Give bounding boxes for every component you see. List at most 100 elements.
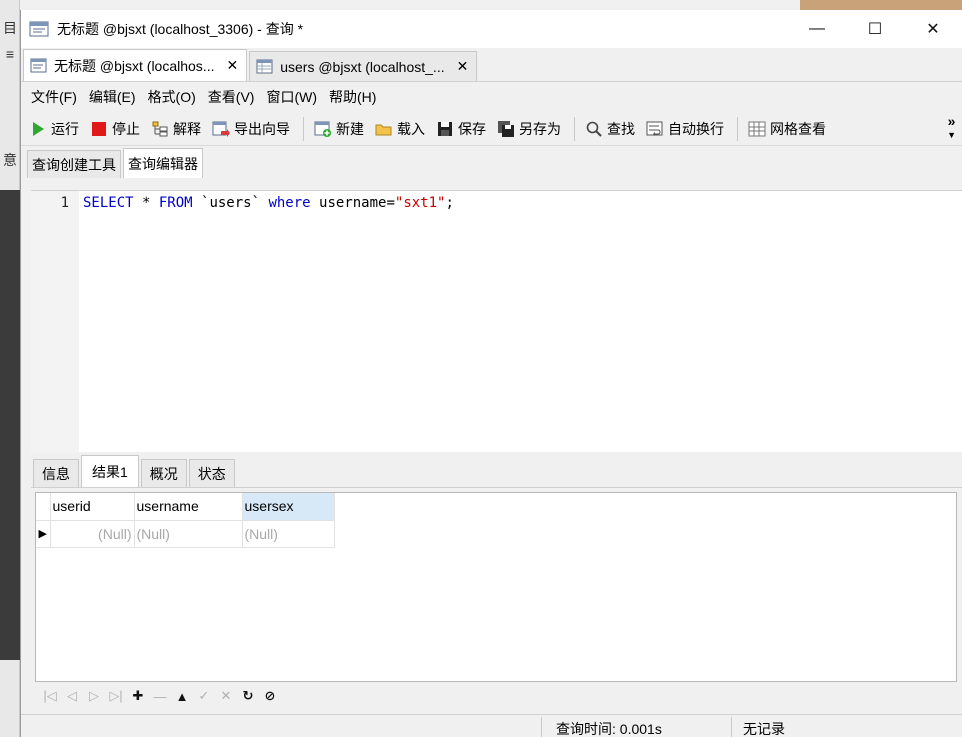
search-icon	[586, 121, 602, 137]
toolbar-separator	[737, 116, 738, 141]
table-icon	[256, 59, 273, 73]
result-tabs: 信息 结果1 概况 状态	[31, 454, 962, 488]
stop-icon	[92, 121, 106, 136]
query-time-status: 查询时间: 0.001s	[556, 721, 662, 737]
save-label: 保存	[458, 120, 486, 137]
refresh-icon[interactable]: ↻	[237, 688, 259, 704]
add-record-icon[interactable]: ✚	[127, 688, 149, 704]
menu-format[interactable]: 格式(O)	[148, 87, 196, 107]
minimize-button[interactable]: —	[788, 10, 846, 48]
explain-icon	[152, 121, 168, 136]
find-button[interactable]: 查找	[585, 116, 635, 142]
sql-text: username=	[310, 195, 395, 211]
discard-changes-icon[interactable]: ✕	[215, 688, 237, 704]
background-glyph: 意	[3, 152, 17, 168]
sql-text: *	[133, 195, 159, 211]
close-tab-icon[interactable]: ✕	[457, 58, 469, 75]
query-window: 无标题 @bjsxt (localhost_3306) - 查询 * — ☐ ✕…	[20, 10, 962, 737]
maximize-button[interactable]: ☐	[846, 10, 904, 48]
grid-view-button[interactable]: 网格查看	[748, 116, 826, 142]
apply-changes-icon[interactable]: ✓	[193, 688, 215, 704]
editor-mode-tabs: 查询创建工具 查询编辑器	[21, 146, 962, 178]
new-label: 新建	[336, 120, 364, 137]
tab-status[interactable]: 状态	[188, 459, 235, 487]
folder-icon	[375, 124, 392, 135]
menu-edit[interactable]: 编辑(E)	[89, 87, 136, 107]
word-wrap-button[interactable]: 自动换行	[646, 116, 724, 142]
close-window-button[interactable]: ✕	[904, 10, 962, 48]
stop-loading-icon[interactable]: ⊘	[259, 688, 281, 704]
query-app-icon	[29, 21, 49, 37]
desktop-background-strip: 目 ≡ 意	[0, 0, 20, 737]
background-glyph: 目	[3, 20, 17, 36]
last-record-icon[interactable]: ▷|	[105, 688, 127, 704]
toolbar-overflow-button[interactable]: » ▼	[947, 114, 956, 142]
toolbar: 运行 停止 解释 导出向导 新建 载入 保存 另存为 查找 自动换行 网格查看 …	[21, 112, 962, 146]
edit-record-icon[interactable]: ▲	[171, 689, 193, 704]
tab-result-1[interactable]: 结果1	[81, 455, 139, 487]
export-wizard-button[interactable]: 导出向导	[212, 116, 290, 142]
column-header-username[interactable]: username	[134, 493, 243, 521]
export-wizard-label: 导出向导	[234, 120, 290, 137]
window-controls: — ☐ ✕	[788, 10, 962, 48]
sql-editor[interactable]: 1 SELECT * FROM `users` where username="…	[31, 190, 962, 453]
grid-icon	[748, 121, 766, 136]
cell-username[interactable]: (Null)	[134, 520, 243, 548]
menu-file[interactable]: 文件(F)	[31, 87, 77, 107]
explain-label: 解释	[173, 120, 201, 137]
sql-keyword: where	[268, 195, 311, 211]
column-header-usersex[interactable]: usersex	[242, 493, 335, 521]
load-label: 载入	[397, 120, 425, 137]
delete-record-icon[interactable]: —	[149, 689, 171, 704]
tab-untitled-query[interactable]: 无标题 @bjsxt (localhos... ✕	[23, 49, 248, 81]
tab-profile[interactable]: 概况	[140, 459, 187, 487]
tab-info[interactable]: 信息	[33, 459, 79, 487]
sql-text: `users`	[192, 195, 269, 211]
line-gutter: 1	[31, 191, 79, 453]
save-icon	[438, 121, 452, 136]
word-wrap-label: 自动换行	[668, 120, 724, 137]
tab-users-table[interactable]: users @bjsxt (localhost_... ✕	[249, 51, 478, 81]
menu-bar: 文件(F) 编辑(E) 格式(O) 查看(V) 窗口(W) 帮助(H)	[21, 82, 962, 112]
sql-string: "sxt1"	[394, 195, 446, 211]
stop-label: 停止	[112, 120, 140, 137]
row-indicator-icon: ▶	[36, 520, 51, 548]
menu-view[interactable]: 查看(V)	[208, 87, 255, 107]
line-number: 1	[60, 195, 69, 211]
window-title: 无标题 @bjsxt (localhost_3306) - 查询 *	[57, 21, 304, 37]
column-header-userid[interactable]: userid	[50, 493, 135, 521]
save-button[interactable]: 保存	[436, 116, 486, 142]
sql-code-line[interactable]: SELECT * FROM `users` where username="sx…	[83, 195, 454, 211]
run-label: 运行	[51, 120, 79, 137]
status-separator	[541, 717, 542, 737]
stop-button[interactable]: 停止	[90, 116, 140, 142]
close-tab-icon[interactable]: ✕	[226, 57, 238, 74]
status-separator	[731, 717, 732, 737]
result-grid[interactable]: userid username usersex ▶ (Null) (Null) …	[35, 492, 957, 682]
first-record-icon[interactable]: |◁	[39, 688, 61, 704]
next-record-icon[interactable]: ▷	[83, 688, 105, 704]
run-button[interactable]: 运行	[29, 116, 79, 142]
toolbar-separator	[303, 116, 304, 141]
sql-keyword: FROM	[158, 195, 193, 211]
cell-userid[interactable]: (Null)	[50, 520, 135, 548]
title-bar[interactable]: 无标题 @bjsxt (localhost_3306) - 查询 * — ☐ ✕	[21, 10, 962, 48]
play-icon	[33, 121, 44, 136]
grid-view-label: 网格查看	[770, 120, 826, 137]
previous-record-icon[interactable]: ◁	[61, 688, 83, 704]
new-query-button[interactable]: 新建	[314, 116, 364, 142]
cell-usersex[interactable]: (Null)	[242, 520, 335, 548]
export-icon	[212, 121, 230, 137]
menu-help[interactable]: 帮助(H)	[329, 87, 376, 107]
table-row[interactable]: ▶ (Null) (Null) (Null)	[36, 520, 335, 548]
row-header-corner	[36, 493, 51, 521]
load-button[interactable]: 载入	[375, 116, 425, 142]
tab-query-editor[interactable]: 查询编辑器	[123, 148, 203, 178]
result-panel: 信息 结果1 概况 状态 userid username usersex ▶ (…	[31, 454, 962, 712]
menu-window[interactable]: 窗口(W)	[266, 87, 317, 107]
word-wrap-icon	[646, 121, 663, 136]
save-as-button[interactable]: 另存为	[497, 116, 561, 142]
sql-keyword: SELECT	[83, 195, 134, 211]
tab-query-builder[interactable]: 查询创建工具	[27, 150, 121, 178]
explain-button[interactable]: 解释	[151, 116, 201, 142]
